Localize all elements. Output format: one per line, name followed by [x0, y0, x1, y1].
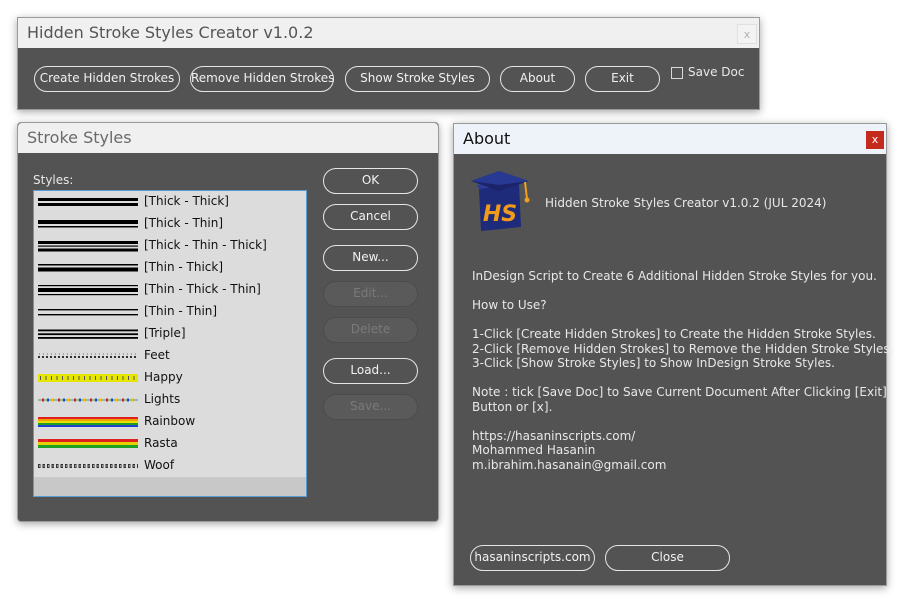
- about-close-button[interactable]: x: [866, 131, 884, 149]
- main-window: Hidden Stroke Styles Creator v1.0.2 x Cr…: [17, 17, 760, 110]
- thick-thick-swatch: [38, 198, 138, 206]
- main-title: Hidden Stroke Styles Creator v1.0.2: [27, 23, 314, 42]
- thick-thin-swatch: [38, 220, 138, 228]
- cancel-button[interactable]: Cancel: [323, 204, 418, 230]
- woof-swatch: [38, 464, 138, 468]
- list-item-label: [Thick - Thin - Thick]: [144, 238, 267, 252]
- list-item-label: [Triple]: [144, 326, 186, 340]
- list-item-label: [Thin - Thin]: [144, 304, 218, 318]
- main-titlebar: Hidden Stroke Styles Creator v1.0.2 x: [18, 18, 759, 48]
- lights-swatch: [38, 398, 138, 402]
- list-item[interactable]: Rainbow: [34, 411, 306, 433]
- stroke-styles-title: Stroke Styles: [27, 128, 132, 147]
- new-button[interactable]: New...: [323, 245, 418, 271]
- hs-logo-icon: HS: [471, 171, 530, 231]
- note-text: Note : tick [Save Doc] to Save Current D…: [472, 385, 887, 399]
- show-stroke-styles-button[interactable]: Show Stroke Styles: [345, 66, 490, 92]
- list-item-label: [Thin - Thick]: [144, 260, 224, 274]
- list-item[interactable]: [Thin - Thin]: [34, 301, 306, 323]
- triple-swatch: [38, 329, 138, 339]
- list-item[interactable]: Rasta: [34, 433, 306, 455]
- list-item-label: Rainbow: [144, 414, 196, 428]
- styles-list-label: Styles:: [33, 173, 74, 187]
- step-3-text: 3-Click [Show Stroke Styles] to Show InD…: [472, 356, 835, 370]
- close-icon: x: [871, 133, 879, 146]
- list-item[interactable]: [Triple]: [34, 323, 306, 345]
- thin-thick-swatch: [38, 264, 138, 272]
- about-description: InDesign Script to Create 6 Additional H…: [472, 269, 877, 283]
- thick-thin-thick-swatch: [38, 241, 138, 252]
- about-window: About x HS Hidden Stroke Styles Creator …: [453, 123, 893, 586]
- list-item[interactable]: [Thick - Thick]: [34, 191, 306, 213]
- list-item[interactable]: [Thick - Thin - Thick]: [34, 235, 306, 257]
- about-title: About: [463, 129, 511, 148]
- stroke-styles-titlebar: Stroke Styles: [18, 123, 438, 153]
- how-to-use-heading: How to Use?: [472, 298, 547, 312]
- list-item-label: Happy: [144, 370, 183, 384]
- list-item-label: Woof: [144, 458, 175, 472]
- create-hidden-strokes-button[interactable]: Create Hidden Strokes: [34, 66, 180, 92]
- rainbow-swatch: [38, 417, 138, 427]
- about-heading: Hidden Stroke Styles Creator v1.0.2 (JUL…: [545, 196, 827, 210]
- save-doc-checkbox[interactable]: [671, 67, 683, 79]
- list-item[interactable]: Lights: [34, 389, 306, 411]
- author-email: m.ibrahim.hasanain@gmail.com: [472, 457, 667, 472]
- styles-listbox[interactable]: [Thick - Thick] [Thick - Thin] [Thick - …: [33, 190, 307, 497]
- list-item-label: [Thick - Thin]: [144, 216, 224, 230]
- about-close-pill-button[interactable]: Close: [605, 545, 730, 571]
- delete-button[interactable]: Delete: [323, 317, 418, 343]
- logo-letters: HS: [483, 202, 517, 227]
- list-item-label: Feet: [144, 348, 170, 362]
- list-item[interactable]: Feet: [34, 345, 306, 367]
- close-icon: x: [743, 28, 751, 41]
- save-doc-label: Save Doc: [688, 65, 745, 79]
- styles-list-area: [Thick - Thick] [Thick - Thin] [Thick - …: [34, 191, 306, 477]
- ok-button[interactable]: OK: [323, 168, 418, 194]
- feet-swatch: [38, 353, 138, 358]
- list-item-label: Rasta: [144, 436, 178, 450]
- list-item[interactable]: Woof: [34, 455, 306, 477]
- remove-hidden-strokes-button[interactable]: Remove Hidden Strokes: [190, 66, 334, 92]
- list-item[interactable]: [Thin - Thick - Thin]: [34, 279, 306, 301]
- note-text-cont: Button or [x].: [472, 399, 553, 414]
- list-item-label: Lights: [144, 392, 181, 406]
- happy-swatch: [38, 374, 138, 382]
- list-item[interactable]: [Thick - Thin]: [34, 213, 306, 235]
- list-item-label: [Thick - Thick]: [144, 194, 229, 208]
- about-button[interactable]: About: [500, 66, 575, 92]
- edit-button[interactable]: Edit...: [323, 281, 418, 307]
- save-button[interactable]: Save...: [323, 394, 418, 420]
- author-name: Mohammed Hasanin: [472, 443, 596, 457]
- list-item[interactable]: Happy: [34, 367, 306, 389]
- website-url: https://hasaninscripts.com/: [472, 428, 636, 443]
- rasta-swatch: [38, 439, 138, 448]
- thin-thin-swatch: [38, 309, 138, 316]
- stroke-styles-window: Stroke Styles Styles: [Thick - Thick] [T…: [17, 122, 439, 522]
- website-button[interactable]: hasaninscripts.com: [470, 545, 595, 571]
- main-close-button[interactable]: x: [737, 24, 757, 44]
- exit-button[interactable]: Exit: [585, 66, 660, 92]
- thin-thick-thin-swatch: [38, 285, 138, 296]
- load-button[interactable]: Load...: [323, 358, 418, 384]
- step-1-text: 1-Click [Create Hidden Strokes] to Creat…: [472, 327, 876, 341]
- list-item[interactable]: [Thin - Thick]: [34, 257, 306, 279]
- list-item-label: [Thin - Thick - Thin]: [144, 282, 261, 296]
- step-2-text: 2-Click [Remove Hidden Strokes] to Remov…: [472, 341, 894, 356]
- about-titlebar: About x: [454, 124, 886, 154]
